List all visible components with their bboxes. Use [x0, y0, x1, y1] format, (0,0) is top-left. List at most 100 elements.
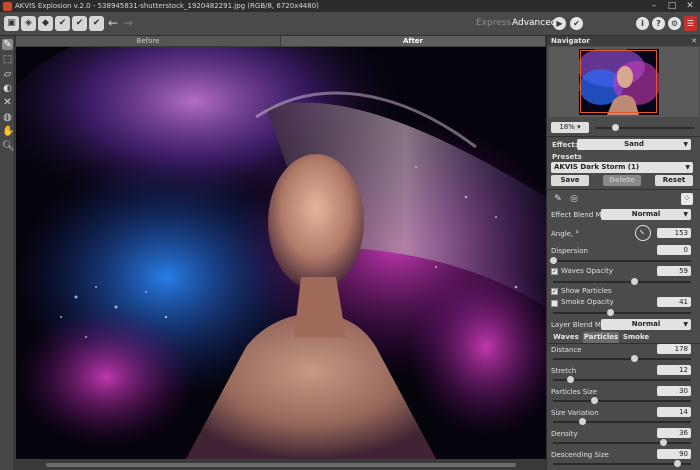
navigator-title: Navigator [551, 37, 590, 45]
sand-texture-icon[interactable]: ⁘ [681, 193, 693, 205]
close-window-button[interactable]: ✕ [683, 1, 697, 11]
angle-value[interactable]: 153 [657, 228, 691, 238]
smoke-opacity-slider-handle[interactable] [606, 309, 614, 316]
descending-size-value[interactable]: 90 [657, 449, 691, 459]
density-slider-handle[interactable] [660, 439, 668, 446]
waves-opacity-checkbox[interactable]: ✓ [551, 268, 558, 275]
angle-dial-hand [639, 229, 644, 235]
batch-icon[interactable]: ◈ [21, 16, 36, 31]
tab-particles[interactable]: Particles [583, 332, 619, 343]
tab-smoke[interactable]: Smoke [621, 332, 651, 343]
layer-blend-select[interactable]: Normal ▼ [601, 319, 691, 330]
navigator-thumbnail[interactable] [579, 49, 659, 115]
zoom-slider-handle[interactable] [612, 124, 619, 131]
angle-label: Angle, ° [551, 230, 579, 238]
zoom-slider-track[interactable] [595, 127, 695, 129]
effect-blend-select[interactable]: Normal ▼ [601, 209, 691, 220]
distance-slider[interactable] [553, 358, 691, 360]
dispersion-value[interactable]: 0 [657, 245, 691, 255]
tab-after[interactable]: After [281, 36, 546, 46]
delete-preset-button[interactable]: Delete [603, 175, 641, 186]
preset-select[interactable]: AKVIS Dark Storm (1) ▼ [551, 162, 693, 173]
tab-waves[interactable]: Waves [551, 332, 581, 343]
preset-value: AKVIS Dark Storm (1) [554, 163, 640, 171]
show-particles-checkbox[interactable]: ✓ [551, 288, 558, 295]
tab-before[interactable]: Before [16, 36, 281, 46]
effect-select[interactable]: Sand ▼ [577, 139, 691, 150]
image-canvas[interactable] [16, 47, 546, 459]
stretch-slider-handle[interactable] [566, 376, 574, 383]
waves-opacity-value[interactable]: 59 [657, 266, 691, 276]
advanced-mode-tab[interactable]: Advanced [512, 18, 556, 28]
run-icon[interactable]: ▶ [553, 17, 566, 30]
size-variation-label: Size Variation [551, 409, 599, 417]
maximize-button[interactable]: □ [665, 1, 679, 11]
window-title: AKVIS Explosion v.2.0 - 538945831-shutte… [15, 2, 319, 10]
before-after-tabs: Before After [16, 36, 546, 46]
stretch-value[interactable]: 12 [657, 365, 691, 375]
chevron-down-icon: ▼ [683, 211, 688, 218]
navigator-header: Navigator ✕ [547, 36, 700, 46]
smoke-opacity-slider[interactable] [553, 312, 691, 314]
tools-panel: ✎ ⬚ ▱ ◐ ✕ ◍ ✋ 🔍︎ [0, 36, 15, 470]
descending-size-slider-handle[interactable] [674, 460, 682, 467]
share-icon[interactable]: ✔ [72, 16, 87, 31]
eraser-tool-icon[interactable]: ▱ [2, 69, 13, 80]
selection-brush-tool-icon[interactable]: ✎ [2, 39, 13, 50]
export-icon[interactable]: ✔ [89, 16, 104, 31]
particles-size-slider-handle[interactable] [591, 397, 599, 404]
angle-dial[interactable] [635, 225, 651, 241]
particles-size-slider[interactable] [553, 400, 691, 402]
redo-icon[interactable]: → [121, 16, 135, 31]
zoom-level-select[interactable]: 18% ▾ [551, 122, 589, 133]
texture-icon[interactable]: ◎ [568, 193, 580, 205]
size-variation-value[interactable]: 14 [657, 407, 691, 417]
minimize-button[interactable]: – [647, 1, 661, 11]
distance-slider-handle[interactable] [631, 355, 639, 362]
descending-size-slider[interactable] [553, 463, 691, 465]
save-file-icon[interactable]: ◆ [38, 16, 53, 31]
smoke-opacity-value[interactable]: 41 [657, 297, 691, 307]
open-file-icon[interactable]: ▣ [4, 16, 19, 31]
help-icon[interactable]: ? [652, 17, 665, 30]
navigator-viewport-frame[interactable] [580, 50, 657, 113]
size-variation-slider[interactable] [553, 421, 691, 423]
undo-icon[interactable]: ← [106, 16, 120, 31]
chevron-down-icon: ▼ [683, 321, 688, 328]
settings-gear-icon[interactable]: ⚙ [668, 17, 681, 30]
distance-value[interactable]: 178 [657, 344, 691, 354]
hand-tool-icon[interactable]: ✋ [2, 126, 14, 137]
stretch-slider[interactable] [553, 379, 691, 381]
reset-preset-button[interactable]: Reset [655, 175, 693, 186]
about-icon[interactable]: i [636, 17, 649, 30]
express-mode-tab[interactable]: Express [476, 18, 511, 28]
eyedropper-tool-icon[interactable]: ◍ [2, 112, 13, 123]
bucket-tool-icon[interactable]: ◐ [2, 83, 13, 94]
scrollbar-thumb[interactable] [46, 463, 516, 467]
effect-sub-tabs: Waves Particles Smoke [547, 332, 700, 343]
density-slider[interactable] [553, 442, 691, 444]
horizontal-scrollbar[interactable] [16, 460, 546, 470]
waves-opacity-slider[interactable] [553, 281, 691, 283]
waves-opacity-slider-handle[interactable] [631, 278, 639, 285]
brand-menu-icon[interactable]: ☰ [684, 16, 697, 31]
app-logo-icon [3, 1, 12, 11]
navigator-frame [549, 47, 699, 117]
direction-tool-icon[interactable]: ✕ [2, 97, 13, 108]
dispersion-slider[interactable] [553, 260, 691, 262]
zoom-control: 18% ▾ [551, 122, 697, 134]
title-bar: AKVIS Explosion v.2.0 - 538945831-shutte… [0, 0, 700, 12]
print-icon[interactable]: ✔ [55, 16, 70, 31]
particles-size-value[interactable]: 30 [657, 386, 691, 396]
density-value[interactable]: 36 [657, 428, 691, 438]
smoke-opacity-checkbox[interactable] [551, 300, 558, 307]
dispersion-slider-handle[interactable] [550, 257, 557, 264]
size-variation-slider-handle[interactable] [578, 418, 586, 425]
save-preset-button[interactable]: Save [551, 175, 589, 186]
zoom-tool-icon[interactable]: 🔍︎ [2, 141, 15, 152]
apply-icon[interactable]: ✔ [570, 17, 583, 30]
edit-preset-icon[interactable]: ✎ [552, 193, 564, 205]
effect-label: Effect: [552, 141, 578, 149]
lasso-tool-icon[interactable]: ⬚ [2, 54, 13, 65]
navigator-close-icon[interactable]: ✕ [691, 36, 697, 46]
